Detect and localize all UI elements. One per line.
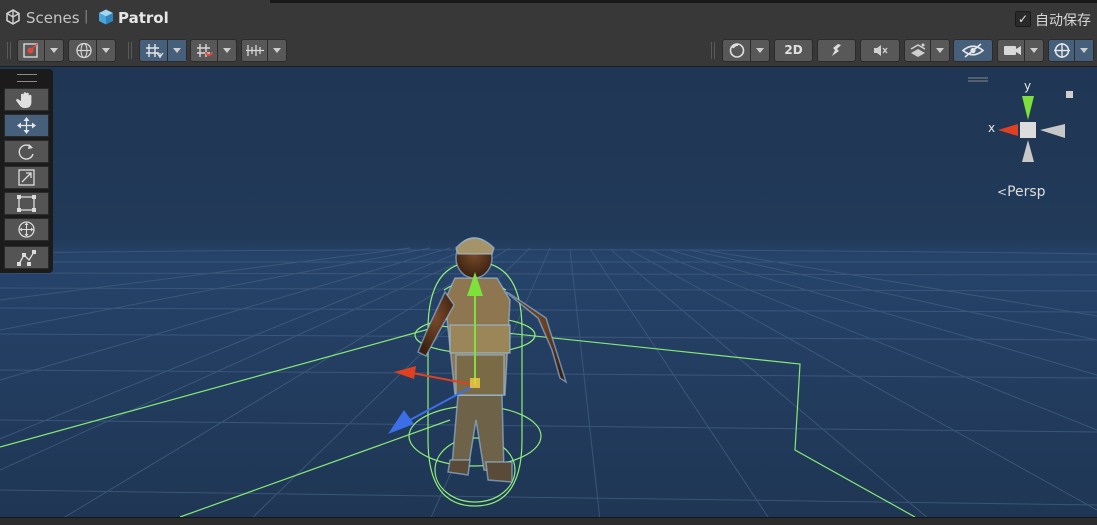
rect-icon	[17, 195, 36, 212]
sphere-icon	[729, 43, 745, 58]
pivot-icon	[23, 43, 38, 58]
unity-logo-icon	[6, 9, 20, 25]
globe-icon	[76, 42, 92, 59]
increment-snap-button[interactable]	[190, 39, 237, 62]
draw-mode-button[interactable]	[17, 39, 64, 62]
toolbar-grip[interactable]	[128, 42, 132, 59]
custom-editor-icon	[17, 250, 36, 266]
prefab-cube-icon	[99, 9, 113, 25]
shading-mode-button[interactable]	[722, 39, 770, 62]
scene-breadcrumb-bar: Scenes | Patrol ✓ 自动保存	[0, 0, 1097, 36]
rect-tool[interactable]	[4, 192, 49, 215]
gizmo-icon	[1054, 43, 1070, 58]
camera-settings-button[interactable]	[997, 39, 1044, 62]
camera-icon	[1004, 46, 1021, 55]
effects-icon	[910, 43, 926, 57]
lightbulb-icon	[832, 44, 841, 56]
align-button[interactable]	[241, 39, 287, 62]
2d-toggle-button[interactable]: 2D	[774, 39, 813, 62]
toolbar-grip[interactable]	[711, 42, 715, 59]
hand-tool[interactable]	[4, 88, 49, 111]
autosave-checkbox[interactable]: ✓	[1015, 11, 1031, 27]
chevron-down-icon[interactable]	[1074, 40, 1093, 61]
gizmo-y-label: y	[1024, 79, 1032, 93]
chevron-down-icon[interactable]	[267, 40, 286, 61]
speaker-mute-icon	[874, 45, 888, 56]
scale-tool[interactable]	[4, 166, 49, 189]
chevron-down-icon[interactable]	[44, 40, 63, 61]
gizmo-x-label: x	[988, 121, 996, 135]
projection-toggle[interactable]: <Persp	[997, 184, 1046, 200]
chevron-down-icon[interactable]	[167, 40, 186, 61]
grid-snap-icon	[146, 44, 164, 58]
breadcrumb-separator: |	[84, 9, 89, 24]
scene-visibility-button[interactable]	[953, 39, 993, 62]
lighting-toggle-button[interactable]	[817, 39, 856, 62]
grid-snap-button[interactable]	[139, 39, 187, 62]
chevron-down-icon[interactable]	[217, 40, 236, 61]
chevron-down-icon[interactable]	[750, 40, 769, 61]
autosave-toggle[interactable]: ✓ 自动保存	[1015, 10, 1091, 29]
autosave-label: 自动保存	[1035, 13, 1091, 29]
rotate-tool[interactable]	[4, 140, 49, 163]
eye-hidden-icon	[961, 43, 985, 58]
global-local-button[interactable]	[68, 39, 116, 62]
palette-drag-handle[interactable]	[17, 74, 37, 82]
custom-tool[interactable]	[4, 246, 49, 269]
transform-icon	[18, 221, 35, 238]
audio-toggle-button[interactable]	[860, 39, 900, 62]
effects-button[interactable]	[904, 39, 950, 62]
transform-tool[interactable]	[4, 218, 49, 241]
breadcrumb-patrol[interactable]: Patrol	[118, 9, 169, 27]
rotate-icon	[18, 144, 34, 160]
align-icon	[246, 45, 264, 56]
scene-viewport[interactable]	[0, 67, 1097, 517]
breadcrumb-scenes[interactable]: Scenes	[26, 9, 80, 27]
hand-icon	[16, 92, 32, 108]
scale-icon	[18, 169, 35, 186]
chevron-down-icon[interactable]	[1024, 40, 1043, 61]
chevron-down-icon[interactable]	[930, 40, 949, 61]
toolbar-grip[interactable]	[7, 42, 11, 59]
gizmo-center-cube[interactable]	[1020, 122, 1036, 138]
gizmos-button[interactable]	[1048, 39, 1094, 62]
plane-handle[interactable]	[470, 378, 480, 388]
projection-label: Persp	[1007, 184, 1046, 200]
move-tool[interactable]	[4, 114, 49, 137]
scene-view-toolbar: 2D	[0, 35, 1097, 67]
tab-strip	[0, 0, 1097, 3]
chevron-left-icon: <	[997, 185, 1008, 199]
tools-overlay	[0, 69, 53, 273]
move-icon	[17, 117, 36, 134]
chevron-down-icon[interactable]	[96, 40, 115, 61]
